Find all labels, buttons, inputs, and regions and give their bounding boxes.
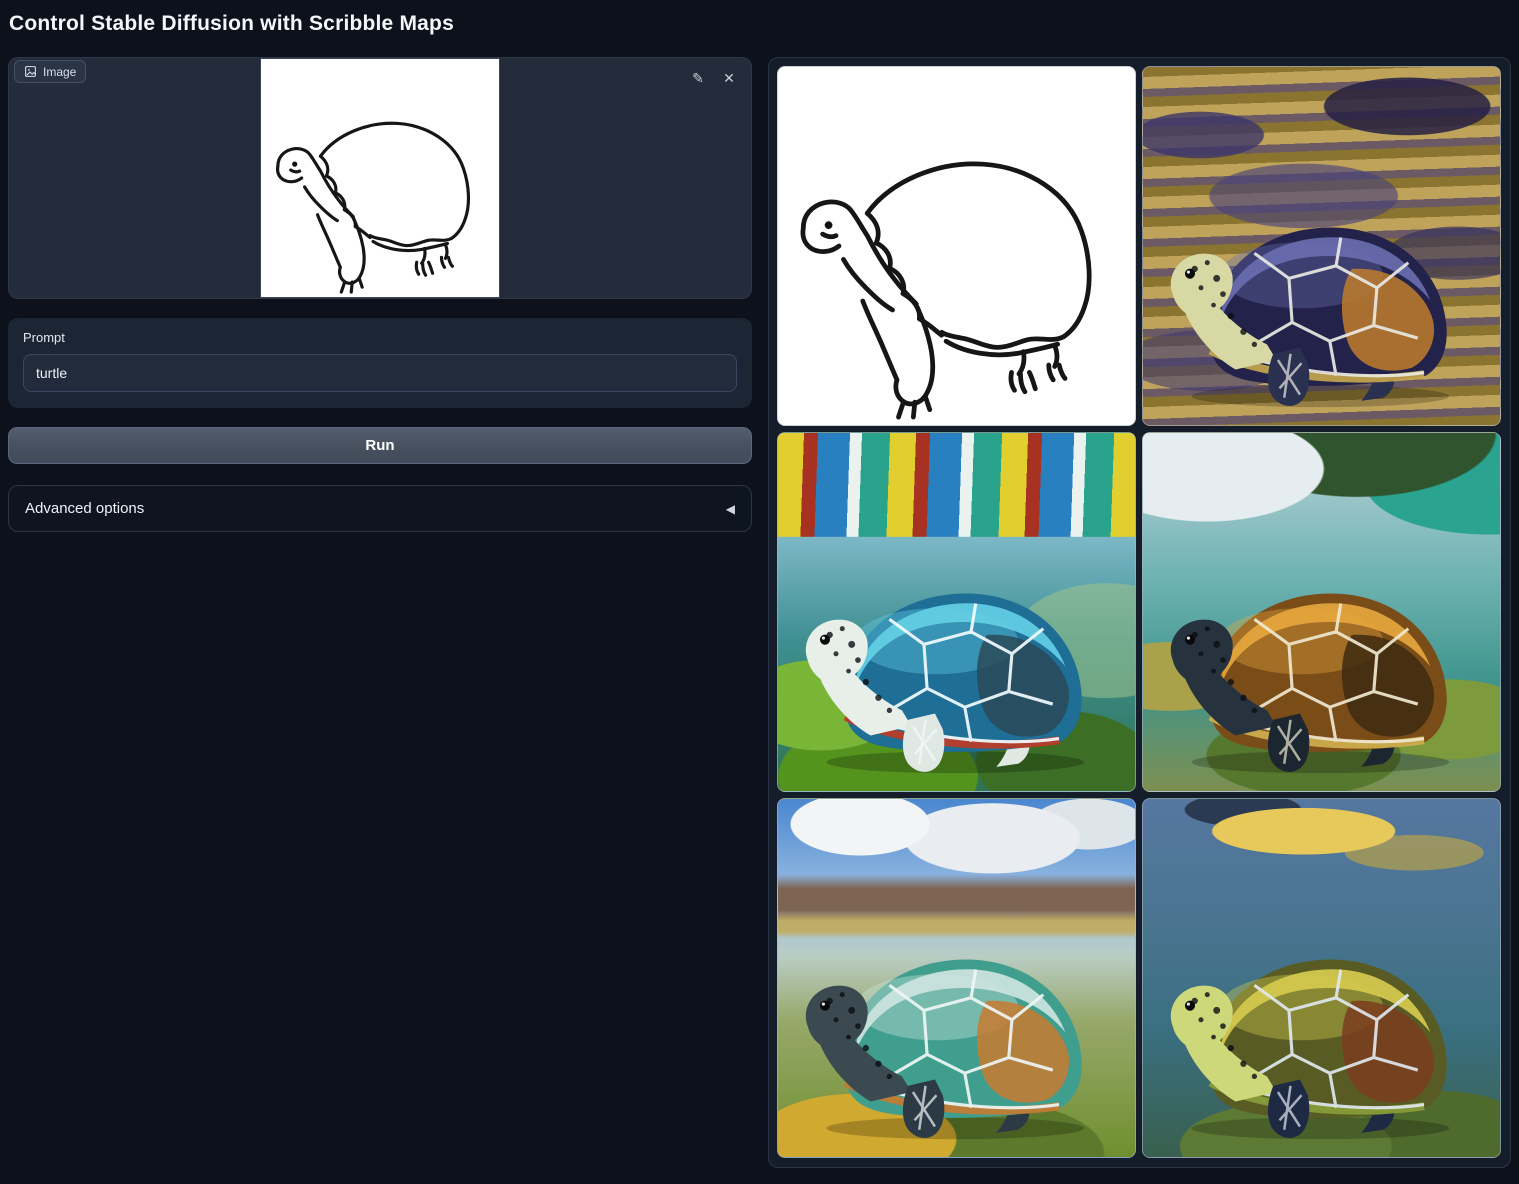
app-root: Control Stable Diffusion with Scribble M… bbox=[0, 0, 1519, 1184]
image-input-label-text: Image bbox=[43, 65, 76, 79]
prompt-block: Prompt bbox=[8, 318, 752, 408]
generated-turtle-image bbox=[1157, 525, 1471, 776]
generated-turtle-image bbox=[792, 525, 1106, 776]
gallery-grid bbox=[777, 66, 1502, 1158]
scribble-turtle-thumbnail bbox=[778, 67, 1135, 425]
generated-turtle-image bbox=[792, 891, 1106, 1142]
image-icon bbox=[24, 65, 37, 78]
image-toolbar: ✎ ✕ bbox=[689, 69, 738, 87]
gallery-item-turtle-amber-rocks[interactable] bbox=[1142, 432, 1501, 792]
prompt-input[interactable] bbox=[23, 354, 737, 392]
scribble-turtle-drawing bbox=[261, 59, 499, 297]
edit-image-button[interactable]: ✎ bbox=[689, 69, 707, 87]
gallery-item-turtle-mountain-lake[interactable] bbox=[777, 798, 1136, 1158]
image-input-block[interactable]: Image ✎ ✕ bbox=[8, 57, 752, 299]
image-input-label: Image bbox=[14, 60, 86, 83]
clear-image-button[interactable]: ✕ bbox=[720, 69, 738, 87]
prompt-label: Prompt bbox=[23, 330, 737, 345]
advanced-options-accordion[interactable]: Advanced options ◀ bbox=[8, 485, 752, 532]
advanced-options-label: Advanced options bbox=[25, 500, 144, 517]
generated-turtle-image bbox=[1157, 891, 1471, 1142]
gallery-item-turtle-golden-water[interactable] bbox=[1142, 66, 1501, 426]
gallery-item-turtle-teal-underwater[interactable] bbox=[777, 432, 1136, 792]
page-title: Control Stable Diffusion with Scribble M… bbox=[9, 12, 454, 36]
generated-turtle-image bbox=[1157, 159, 1471, 410]
accordion-collapse-icon: ◀ bbox=[726, 502, 735, 516]
controls-column: Image ✎ ✕ Prompt Run Advanced options ◀ bbox=[8, 57, 752, 532]
gallery-item-turtle-olive-underwater[interactable] bbox=[1142, 798, 1501, 1158]
uploaded-scribble-image[interactable] bbox=[260, 58, 500, 298]
run-button[interactable]: Run bbox=[8, 427, 752, 464]
gallery-item-sketch[interactable] bbox=[777, 66, 1136, 426]
results-gallery bbox=[768, 57, 1511, 1168]
